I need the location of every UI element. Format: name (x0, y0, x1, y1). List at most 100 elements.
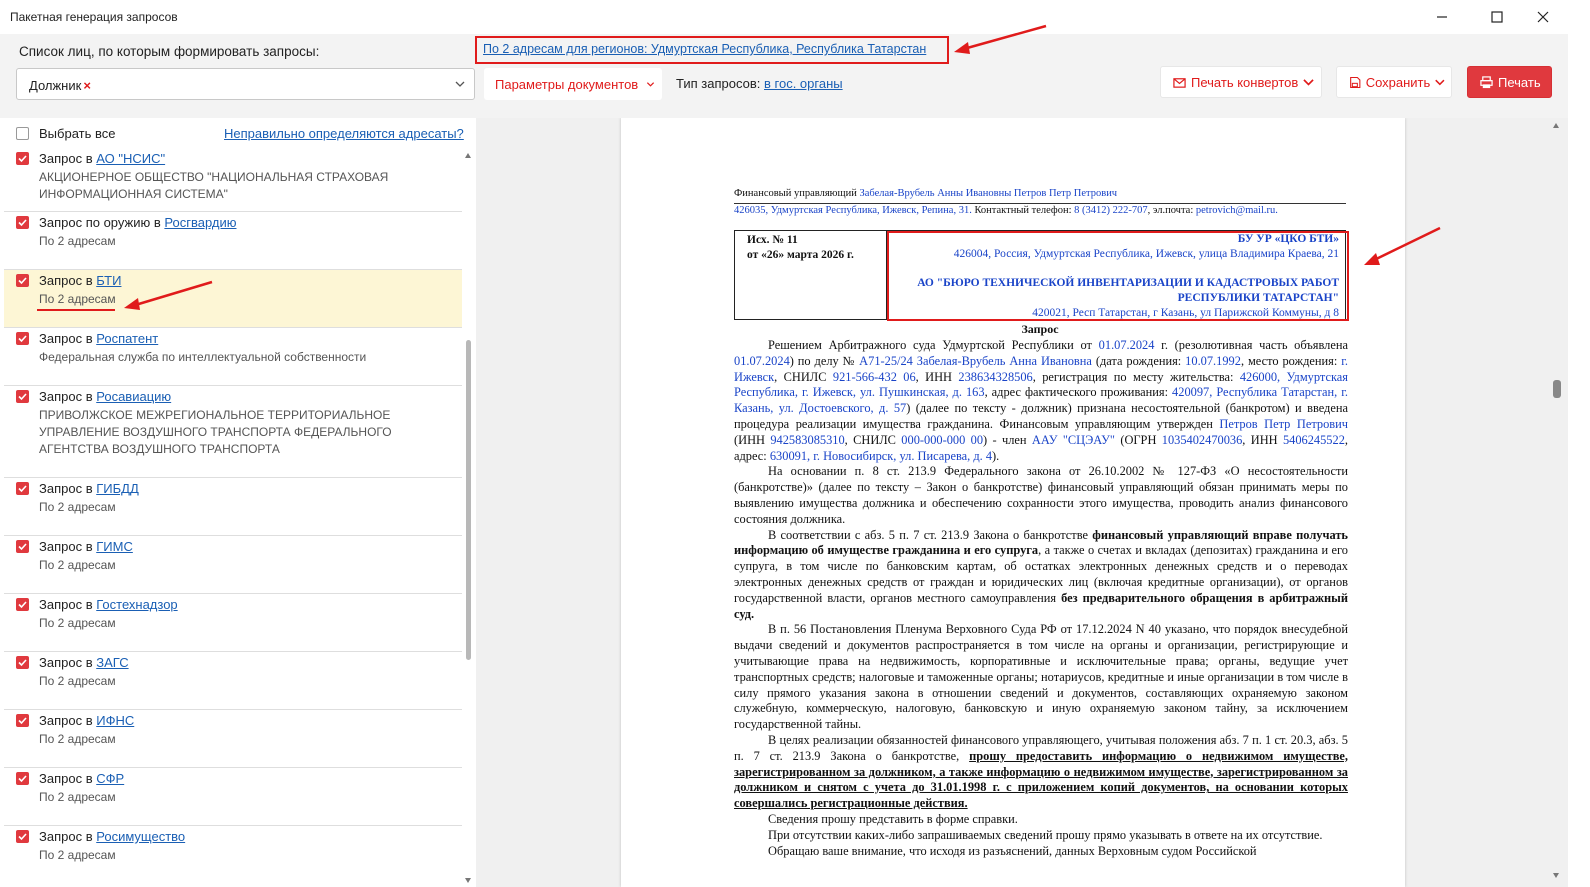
item-target-link[interactable]: СФР (96, 771, 124, 786)
item-target-link[interactable]: ГИБДД (96, 481, 139, 496)
checkbox-checked-icon[interactable] (16, 274, 29, 287)
list-item[interactable]: Запрос в СФР По 2 адресам (4, 768, 462, 826)
checkbox-checked-icon[interactable] (16, 772, 29, 785)
list-item[interactable]: Запрос в Росавиацию ПРИВОЛЖСКОЕ МЕЖРЕГИО… (4, 386, 462, 478)
item-target-link[interactable]: Росимущество (96, 829, 185, 844)
printer-icon (1480, 75, 1493, 88)
list-item[interactable]: Запрос в Росимущество По 2 адресам (4, 826, 462, 884)
scroll-up-icon[interactable] (1553, 123, 1559, 128)
doc-header-divider (734, 203, 1346, 204)
close-button[interactable] (1525, 4, 1561, 30)
minimize-icon (1437, 16, 1447, 18)
item-target-link[interactable]: Роспатент (96, 331, 158, 346)
item-target-link[interactable]: Росавиацию (96, 389, 171, 404)
select-all-label: Выбрать все (39, 126, 116, 141)
checkbox-checked-icon[interactable] (16, 656, 29, 669)
doc-paragraph: Решением Арбитражного суда Удмуртской Ре… (734, 338, 1349, 463)
doc-body: Решением Арбитражного суда Удмуртской Ре… (734, 338, 1348, 859)
list-item[interactable]: Запрос в ГИБДД По 2 адресам (4, 478, 462, 536)
checkbox-checked-icon[interactable] (16, 830, 29, 843)
list-item[interactable]: Запрос в ИФНС По 2 адресам (4, 710, 462, 768)
save-button[interactable]: Сохранить (1336, 66, 1452, 98)
item-prefix: Запрос в (39, 331, 93, 346)
close-icon (1537, 11, 1549, 23)
scroll-down-icon[interactable] (1553, 873, 1559, 878)
item-target-link[interactable]: Росгвардию (164, 215, 236, 230)
preview-scrollbar-thumb[interactable] (1553, 380, 1561, 398)
checkbox-checked-icon[interactable] (16, 714, 29, 727)
scroll-down-icon[interactable] (465, 878, 471, 883)
item-prefix: Запрос в (39, 481, 93, 496)
item-target-link[interactable]: ЗАГС (96, 655, 128, 670)
doc-paragraph: В п. 56 Постановления Пленума Верховного… (734, 622, 1348, 732)
doc-header-table: Исх. № 11 от «26» марта 2026 г. БУ УР «Ц… (734, 230, 1349, 321)
checkbox-checked-icon[interactable] (16, 332, 29, 345)
item-prefix: Запрос в (39, 771, 93, 786)
print-label: Печать (1498, 74, 1541, 90)
list-item[interactable]: Запрос в ЗАГС По 2 адресам (4, 652, 462, 710)
item-target-link[interactable]: Гостехнадзор (96, 597, 177, 612)
save-label: Сохранить (1365, 74, 1431, 90)
list-item[interactable]: Запрос по оружию в Росгвардию По 2 адрес… (4, 212, 462, 270)
item-prefix: Запрос в (39, 829, 93, 844)
item-prefix: Запрос по оружию в (39, 215, 161, 230)
item-subtitle: По 2 адресам (39, 558, 116, 572)
list-item[interactable]: Запрос в АО "НСИС" АКЦИОНЕРНОЕ ОБЩЕСТВО … (4, 148, 462, 212)
print-button[interactable]: Печать (1467, 66, 1552, 98)
address-regions-link[interactable]: По 2 адресам для регионов: Удмуртская Ре… (483, 42, 926, 56)
item-subtitle: По 2 адресам (39, 790, 116, 804)
item-subtitle: По 2 адресам (39, 500, 116, 514)
checkbox-checked-icon[interactable] (16, 216, 29, 229)
checkbox-checked-icon[interactable] (16, 598, 29, 611)
minimize-button[interactable] (1424, 4, 1460, 30)
item-target-link[interactable]: ИФНС (96, 713, 134, 728)
item-subtitle: По 2 адресам (39, 674, 116, 688)
scroll-up-icon[interactable] (465, 153, 471, 158)
persons-select[interactable]: Должник × (16, 68, 475, 100)
doc-paragraph: На основании п. 8 ст. 213.9 Федерального… (734, 464, 1348, 526)
print-envelopes-button[interactable]: Печать конвертов (1160, 66, 1322, 98)
remove-chip-icon[interactable]: × (83, 78, 91, 93)
item-prefix: Запрос в (39, 655, 93, 670)
app-window: Пакетная генерация запросов Список лиц, … (0, 0, 1568, 887)
item-target-link[interactable]: АО "НСИС" (96, 151, 165, 166)
outgoing-number: Исх. № 11 от «26» марта 2026 г. (747, 234, 854, 261)
maximize-button[interactable] (1479, 4, 1515, 30)
checkbox-checked-icon[interactable] (16, 390, 29, 403)
item-subtitle: По 2 адресам (39, 292, 116, 306)
item-target-link[interactable]: БТИ (96, 273, 121, 288)
doc-paragraph: Обращаю ваше внимание, что исходя из раз… (768, 843, 1257, 858)
selected-person-chip[interactable]: Должник × (29, 78, 91, 93)
select-all-checkbox[interactable]: Выбрать все (16, 126, 115, 141)
title-bar: Пакетная генерация запросов (0, 0, 1568, 34)
preview-scrollbar[interactable] (1550, 118, 1562, 887)
list-item[interactable]: Запрос в Роспатент Федеральная служба по… (4, 328, 462, 386)
request-type-link[interactable]: в гос. органы (764, 76, 843, 91)
requests-list: Запрос в АО "НСИС" АКЦИОНЕРНОЕ ОБЩЕСТВО … (4, 148, 462, 887)
chevron-down-icon (646, 82, 654, 87)
list-item[interactable]: Запрос в ГИМС По 2 адресам (4, 536, 462, 594)
item-subtitle: Федеральная служба по интеллектуальной с… (39, 350, 367, 364)
print-envelopes-label: Печать конвертов (1191, 74, 1299, 90)
checkbox-checked-icon[interactable] (16, 482, 29, 495)
checkbox-checked-icon[interactable] (16, 540, 29, 553)
item-target-link[interactable]: ГИМС (96, 539, 133, 554)
doc-header-line2: 426035, Удмуртская Республика, Ижевск, Р… (734, 205, 1278, 216)
doc-paragraph: В целях реализации обязанностей финансов… (734, 732, 1348, 811)
list-scrollbar-thumb[interactable] (466, 340, 471, 660)
doc-heading: Запрос (1021, 322, 1059, 336)
checkbox-checked-icon[interactable] (16, 152, 29, 165)
list-item[interactable]: Запрос в Гостехнадзор По 2 адресам (4, 594, 462, 652)
checkbox-empty-icon (16, 127, 29, 140)
request-type-label: Тип запросов: (676, 76, 761, 91)
document-page: Финансовый управляющий Забелая-Врубель А… (621, 118, 1405, 887)
list-item-selected[interactable]: Запрос в БТИ По 2 адресам (4, 270, 462, 328)
document-params-dropdown[interactable]: Параметры документов (484, 68, 662, 100)
item-subtitle: По 2 адресам (39, 616, 116, 630)
wrong-addresses-link[interactable]: Неправильно определяются адресаты? (224, 126, 464, 141)
item-prefix: Запрос в (39, 597, 93, 612)
request-type: Тип запросов: в гос. органы (676, 76, 843, 91)
maximize-icon (1491, 11, 1503, 23)
chevron-down-icon[interactable] (454, 78, 466, 90)
chevron-down-icon (1435, 79, 1445, 85)
